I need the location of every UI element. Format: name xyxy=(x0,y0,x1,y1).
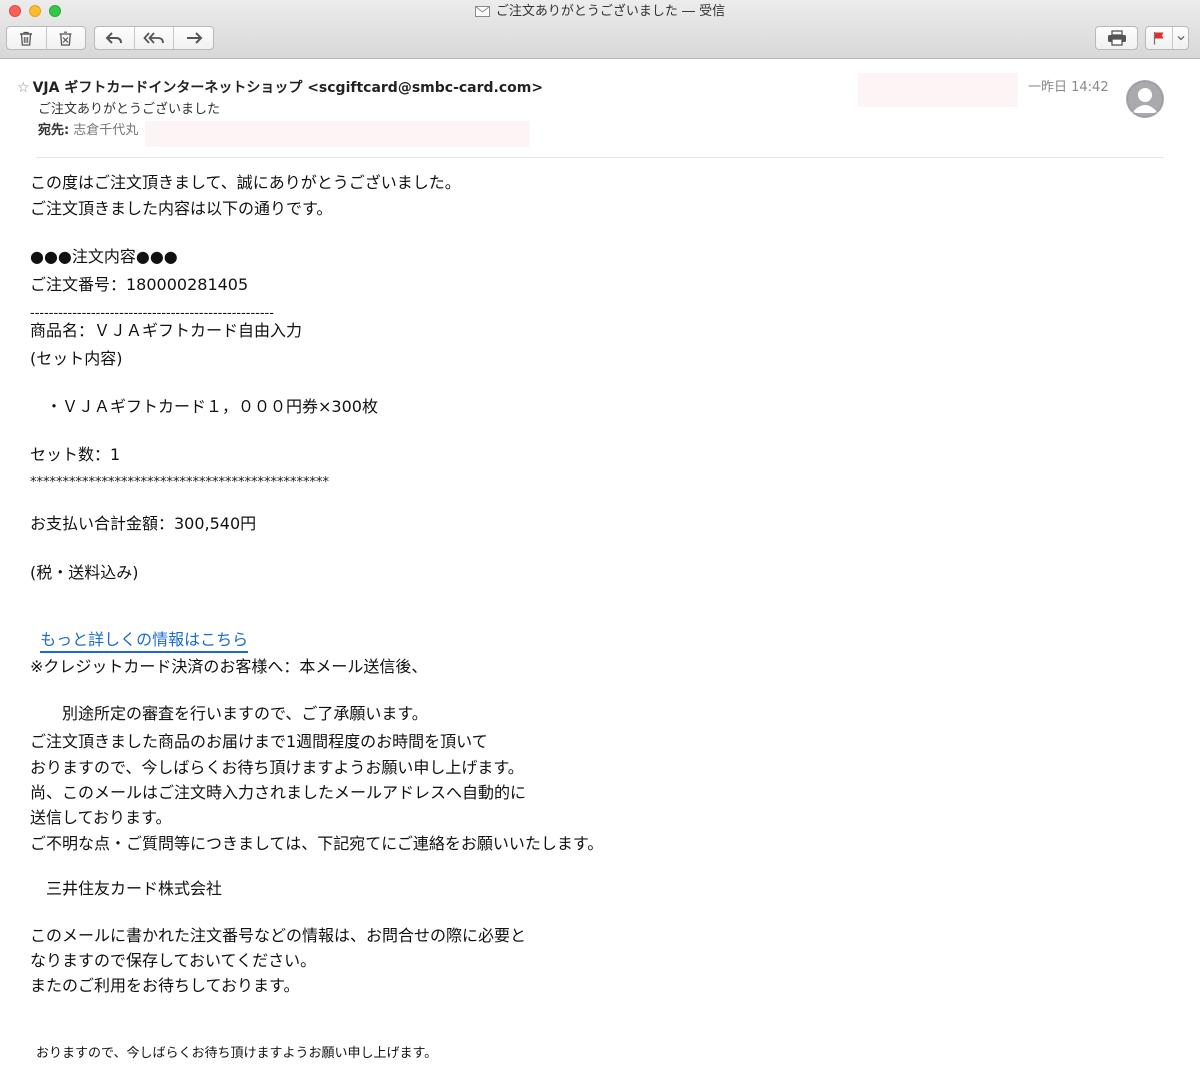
sender[interactable]: ☆ VJA ギフトカードインターネットショップ <scgiftcard@smbc-… xyxy=(17,78,543,98)
message-subject: ご注文ありがとうございました xyxy=(38,102,221,117)
body-line: おりますので、今しばらくお待ち頂けますようお願い申し上げます。 xyxy=(30,758,524,777)
body-line: 別途所定の審査を行いますので、ご了承願います。 xyxy=(30,704,428,723)
caption-line: おりますので、今しばらくお待ち頂けますようお願い申し上げます。 xyxy=(36,1046,438,1061)
body-line: この度はご注文頂きまして、誠にありがとうございました。 xyxy=(30,173,461,192)
reply-all-icon xyxy=(143,32,164,44)
delete-junk-group xyxy=(6,26,86,50)
details-link[interactable]: もっと詳しくの情報はこちら xyxy=(40,630,249,653)
body-line: 送信しております。 xyxy=(30,808,172,827)
body-line: ●●●注文内容●●● xyxy=(30,247,178,266)
print-button[interactable] xyxy=(1095,26,1138,50)
recipient-name[interactable]: 志倉千代丸 xyxy=(73,123,138,138)
reply-button[interactable] xyxy=(95,27,135,49)
set-count: セット数：1 xyxy=(30,445,121,464)
envelope-icon xyxy=(474,6,490,17)
avatar xyxy=(1126,80,1164,118)
reply-group xyxy=(94,26,214,50)
flag-menu-button[interactable] xyxy=(1173,27,1188,49)
star-icon[interactable]: ☆ xyxy=(17,80,30,96)
recipient-label: 宛先: xyxy=(38,123,70,138)
details-link-row: もっと詳しくの情報はこちら xyxy=(30,607,249,653)
redacted-area xyxy=(145,121,530,147)
person-icon xyxy=(1127,81,1163,117)
window-title: ご注文ありがとうございました ― 受信 xyxy=(0,3,1200,21)
junk-icon xyxy=(59,31,72,46)
total-amount: お支払い合計金額：300,540円 xyxy=(30,514,257,533)
header-divider xyxy=(36,157,1164,158)
window-title-text: ご注文ありがとうございました ― 受信 xyxy=(495,4,726,19)
star-divider: ****************************************… xyxy=(30,475,329,490)
body-line: 尚、このメールはご注文時入力されましたメールアドレスへ自動的に xyxy=(30,783,527,802)
chevron-down-icon xyxy=(1177,36,1185,41)
body-line: またのご利用をお待ちしております。 xyxy=(30,976,300,995)
body-line: ご注文頂きました内容は以下の通りです。 xyxy=(30,199,333,218)
redacted-area xyxy=(858,73,1018,107)
flag-group xyxy=(1145,26,1189,50)
recipient: 宛先: 志倉千代丸 xyxy=(38,122,138,140)
body-line: ご不明な点・ご質問等につきましては、下記宛てにご連絡をお願いいたします。 xyxy=(30,834,604,853)
sender-text: VJA ギフトカードインターネットショップ <scgiftcard@smbc-c… xyxy=(32,80,544,96)
order-number: ご注文番号：180000281405 xyxy=(30,275,249,294)
body-line: なりますので保存しておいてください。 xyxy=(30,951,317,970)
set-item: ・ＶＪＡギフトカード１，０００円券×300枚 xyxy=(30,397,378,416)
printer-icon xyxy=(1107,30,1126,46)
body-line: (セット内容) xyxy=(30,349,123,368)
product-name: 商品名：ＶＪＡギフトカード自由入力 xyxy=(30,321,303,340)
trash-icon xyxy=(20,31,33,46)
window-toolbar: ご注文ありがとうございました ― 受信 xyxy=(0,0,1200,59)
flag-icon xyxy=(1154,32,1164,45)
flag-button[interactable] xyxy=(1146,27,1174,49)
delete-button[interactable] xyxy=(7,27,47,49)
body-line: (税・送料込み) xyxy=(30,563,139,582)
body-line: ご注文頂きました商品のお届けまで1週間程度のお時間を頂いて xyxy=(30,732,488,751)
forward-icon xyxy=(186,32,203,44)
junk-button[interactable] xyxy=(47,27,86,49)
message-date: 一昨日 14:42 xyxy=(1028,80,1109,95)
body-line: ※クレジットカード決済のお客様へ：本メール送信後、 xyxy=(30,657,428,676)
forward-button[interactable] xyxy=(174,27,213,49)
reply-icon xyxy=(105,32,123,44)
reply-all-button[interactable] xyxy=(135,27,175,49)
body-line: このメールに書かれた注文番号などの情報は、お問合せの際に必要と xyxy=(30,926,527,945)
company-name: 三井住友カード株式会社 xyxy=(30,879,223,898)
